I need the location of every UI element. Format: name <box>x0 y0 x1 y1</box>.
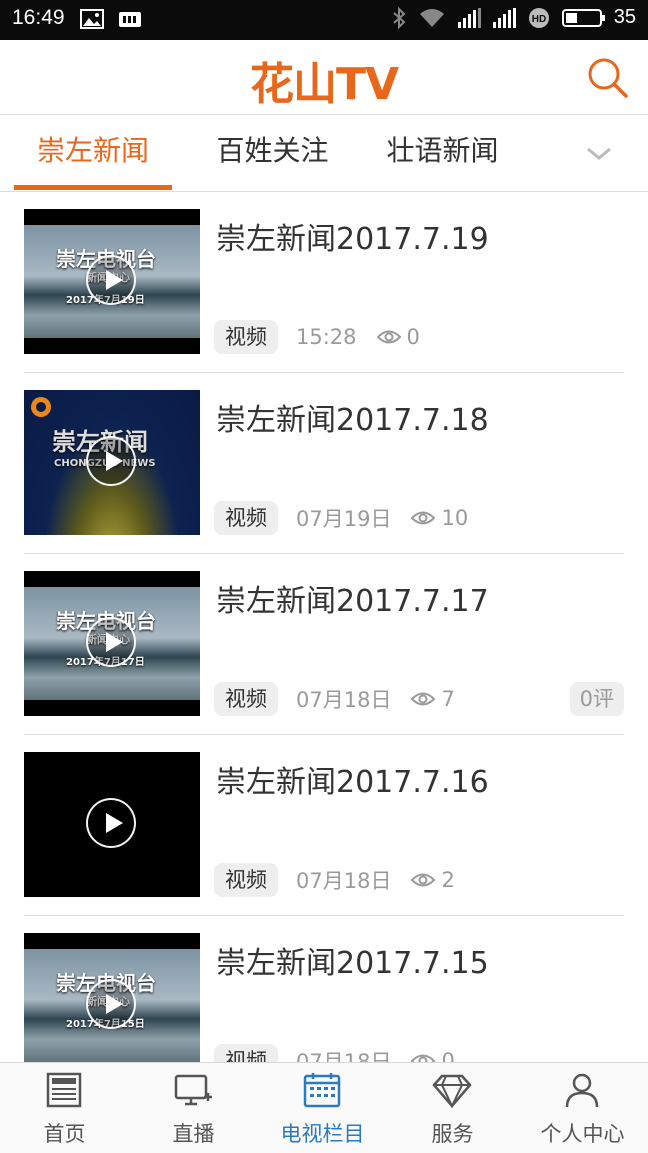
view-count: 2 <box>441 868 455 892</box>
signal-4g-icon <box>492 7 516 28</box>
news-title[interactable]: 崇左新闻2017.7.18 <box>216 395 489 439</box>
news-title[interactable]: 崇左新闻2017.7.16 <box>216 757 489 801</box>
view-count: 10 <box>441 506 469 530</box>
video-badge: 视频 <box>214 682 278 716</box>
publish-time: 07月18日 <box>296 869 392 893</box>
app-logo: 花山TV <box>249 59 399 110</box>
comment-count[interactable]: 0评 <box>569 682 624 716</box>
eye-icon <box>411 692 436 706</box>
status-time: 16:49 <box>12 6 65 29</box>
news-list: 崇左电视台 新闻中心 2017年7月19日 崇左新闻2017.7.19 视频 1… <box>0 192 648 1062</box>
battery-percent: 35 <box>613 6 636 28</box>
news-icon <box>46 1072 82 1108</box>
hd-icon: HD <box>528 7 549 28</box>
person-icon <box>565 1073 599 1108</box>
publish-time: 15:28 <box>296 325 357 349</box>
play-icon[interactable] <box>86 617 136 667</box>
svg-text:HD: HD <box>532 14 546 25</box>
list-item[interactable]: 崇左电视台 新闻中心 2017年7月17日 崇左新闻2017.7.17 视频 0… <box>24 554 624 735</box>
bluetooth-icon <box>393 6 406 29</box>
nav-live[interactable]: 直播 <box>129 1063 258 1153</box>
video-thumbnail[interactable] <box>24 752 200 897</box>
view-count: 7 <box>441 687 455 711</box>
eye-icon <box>376 330 401 344</box>
view-count: 0 <box>406 325 420 349</box>
category-tabs: 崇左新闻 百姓关注 壮语新闻 <box>0 115 648 192</box>
news-title[interactable]: 崇左新闻2017.7.15 <box>216 938 489 982</box>
video-badge: 视频 <box>214 863 278 897</box>
tab-baixing-guanzhu[interactable]: 百姓关注 <box>195 115 350 191</box>
list-item[interactable]: 崇左新闻2017.7.16 视频 07月18日 2 <box>24 735 624 916</box>
video-thumbnail[interactable]: 崇左新闻 CHONGZUO NEWS <box>24 390 200 535</box>
tab-zhuangyu-news[interactable]: 壮语新闻 <box>365 115 520 191</box>
diamond-icon <box>432 1074 472 1109</box>
play-icon[interactable] <box>86 798 136 848</box>
play-icon[interactable] <box>86 436 136 486</box>
list-item[interactable]: 崇左电视台 新闻中心 2017年7月15日 崇左新闻2017.7.15 视频 0… <box>24 916 624 1062</box>
publish-time: 07月18日 <box>296 1050 392 1062</box>
video-thumbnail[interactable]: 崇左电视台 新闻中心 2017年7月15日 <box>24 933 200 1062</box>
nav-profile[interactable]: 个人中心 <box>518 1063 647 1153</box>
bottom-nav: 首页 直播 电视栏目 服务 个人中心 <box>0 1062 648 1153</box>
signal-icon <box>457 7 481 28</box>
eye-icon <box>411 1054 436 1062</box>
tv-plus-icon <box>174 1074 212 1106</box>
active-tab-indicator <box>14 185 172 190</box>
news-title[interactable]: 崇左新闻2017.7.19 <box>216 214 489 258</box>
publish-time: 07月19日 <box>296 507 392 531</box>
calendar-icon <box>303 1073 341 1108</box>
play-icon[interactable] <box>86 979 136 1029</box>
tab-chongzuo-news[interactable]: 崇左新闻 <box>14 115 172 191</box>
list-item[interactable]: 崇左电视台 新闻中心 2017年7月19日 崇左新闻2017.7.19 视频 1… <box>24 192 624 373</box>
video-thumbnail[interactable]: 崇左电视台 新闻中心 2017年7月19日 <box>24 209 200 354</box>
play-icon[interactable] <box>86 255 136 305</box>
search-icon[interactable] <box>586 56 630 100</box>
publish-time: 07月18日 <box>296 688 392 712</box>
news-title[interactable]: 崇左新闻2017.7.17 <box>216 576 489 620</box>
nav-services[interactable]: 服务 <box>388 1063 517 1153</box>
list-item[interactable]: 崇左新闻 CHONGZUO NEWS 崇左新闻2017.7.18 视频 07月1… <box>24 373 624 554</box>
image-notification-icon <box>80 9 104 29</box>
video-badge: 视频 <box>214 320 278 354</box>
video-badge: 视频 <box>214 501 278 535</box>
battery-icon <box>561 8 605 27</box>
nav-tv-programs[interactable]: 电视栏目 <box>258 1063 387 1153</box>
status-bar: 16:49 HD 35 <box>0 0 648 40</box>
view-count: 0 <box>441 1049 455 1062</box>
video-thumbnail[interactable]: 崇左电视台 新闻中心 2017年7月17日 <box>24 571 200 716</box>
station-logo-icon <box>31 397 51 417</box>
chevron-down-icon[interactable] <box>586 143 612 163</box>
sim-notification-icon <box>119 12 141 27</box>
eye-icon <box>411 511 436 525</box>
app-bar: 花山TV <box>0 40 648 115</box>
wifi-icon <box>419 8 444 27</box>
video-badge: 视频 <box>214 1044 278 1062</box>
nav-home[interactable]: 首页 <box>0 1063 129 1153</box>
eye-icon <box>411 873 436 887</box>
